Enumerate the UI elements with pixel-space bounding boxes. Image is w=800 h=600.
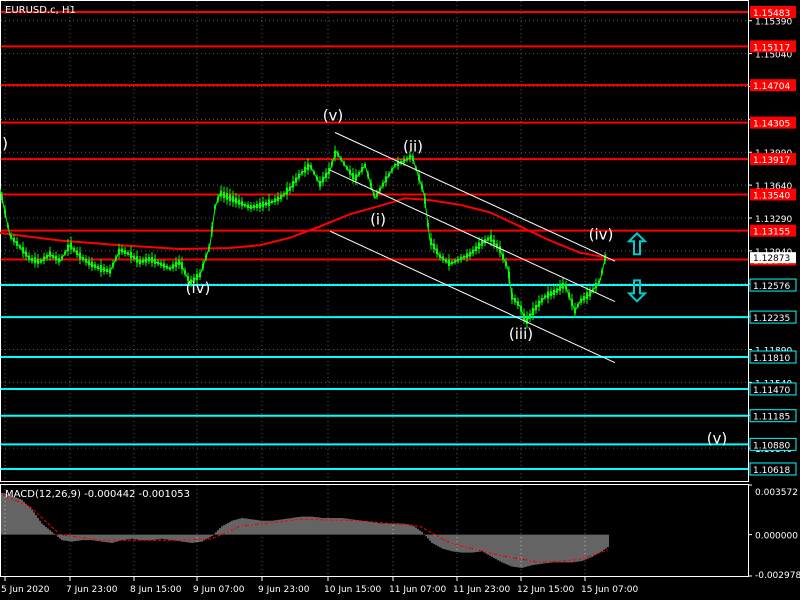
time-tick-label: 15 Jun 07:00 [581,585,638,595]
support-tag-label: 1.11470 [753,386,790,396]
wave-label: (v) [323,106,344,124]
price-tick-label: 1.15390 [755,18,792,28]
close-price-label: 1.12873 [753,254,790,264]
time-tick-label: 12 Jun 15:00 [517,585,574,595]
time-tick-label: 9 Jun 23:00 [258,585,310,595]
resistance-tag-label: 1.13155 [753,228,790,238]
time-tick-label: 5 Jun 2020 [1,585,50,595]
resistance-tag-label: 1.13540 [753,192,790,202]
time-tick-label: 7 Jun 23:00 [66,585,118,595]
wave-label: (iv) [186,279,211,297]
support-tag-label: 1.12235 [753,314,790,324]
price-tick-label: 1.13290 [755,215,792,225]
symbol-title: EURUSD.c, H1 [5,5,76,16]
time-tick-label: 8 Jun 15:00 [130,585,182,595]
time-tick-label: 11 Jun 23:00 [453,585,510,595]
macd-title: MACD(12,26,9) -0.000442 -0.001053 [5,489,190,500]
resistance-tag-label: 1.15117 [753,43,790,53]
wave-label: (iii) [509,325,533,343]
wave-label: (ii) [403,137,423,155]
macd-tick-label: 0.003572 [755,488,798,498]
resistance-tag-label: 1.13917 [753,156,790,166]
chart-background [0,0,800,600]
wave-label: ) [2,134,8,152]
support-tag-label: 1.11185 [753,413,790,423]
wave-label: (i) [370,211,386,229]
resistance-tag-label: 1.15483 [753,9,790,19]
time-tick-label: 10 Jun 15:00 [324,585,381,595]
wave-label: (v) [707,429,728,447]
macd-tick-label: 0.000000 [755,532,798,542]
wave-label: (iv) [589,226,614,244]
support-tag-label: 1.10618 [753,466,790,476]
resistance-tag-label: 1.14704 [753,82,790,92]
support-tag-label: 1.10880 [753,441,790,451]
support-tag-label: 1.11810 [753,354,790,364]
support-tag-label: 1.12576 [753,282,790,292]
resistance-tag-label: 1.14305 [753,120,790,130]
time-tick-label: 11 Jun 07:00 [389,585,446,595]
macd-tick-label: -0.002978 [755,571,800,581]
chart-stage: (v)(ii)(i)(iv)(iii)(iv)(v)) 1.153901.150… [0,0,800,600]
time-tick-label: 9 Jun 07:00 [193,585,245,595]
